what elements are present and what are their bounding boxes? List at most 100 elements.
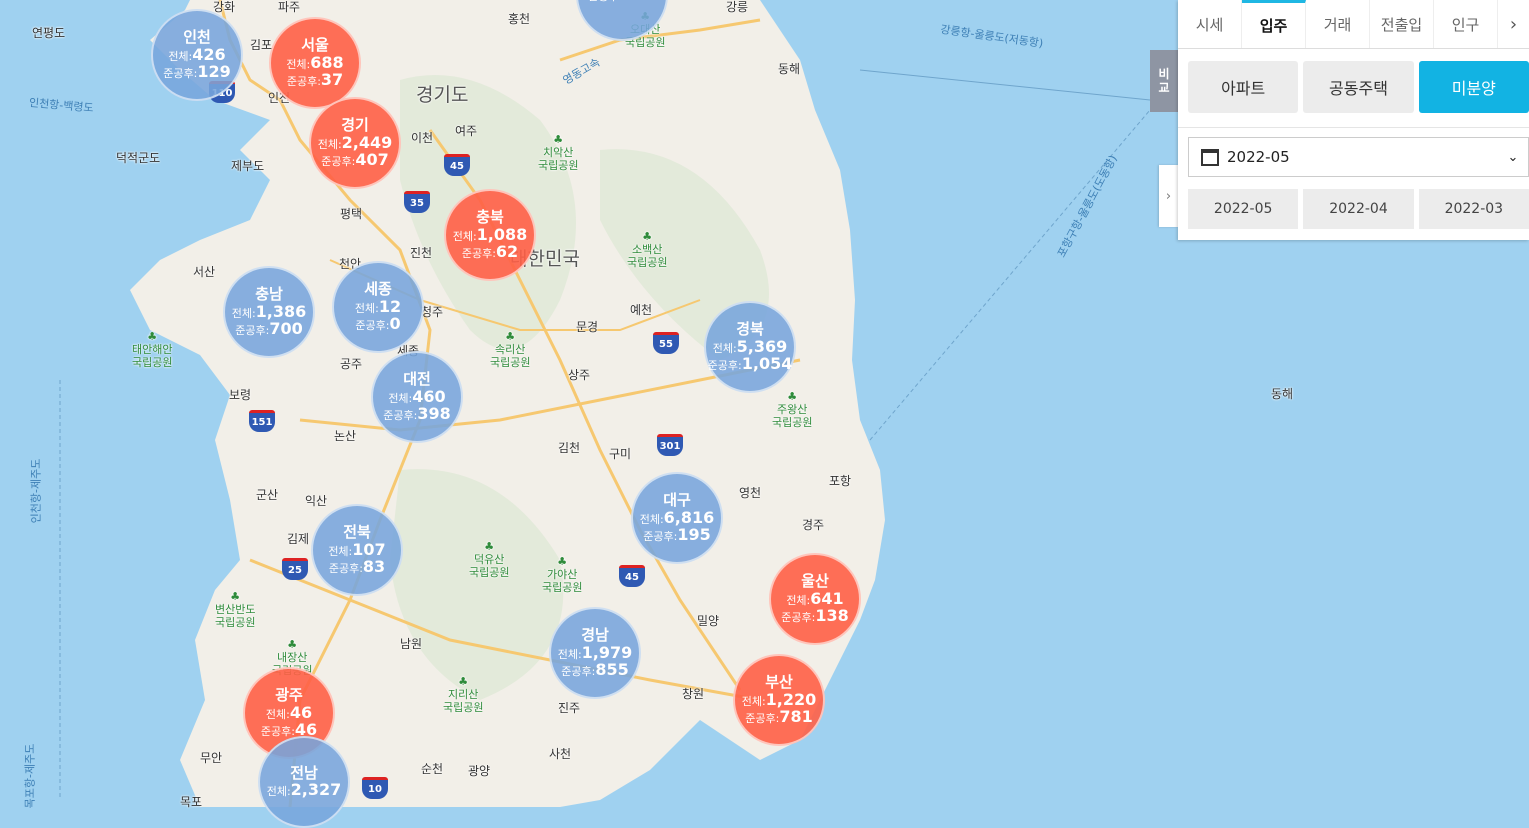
total-prefix: 전체: xyxy=(786,593,811,607)
completed-prefix: 준공후: xyxy=(328,562,363,576)
region-name: 경기 xyxy=(341,116,369,135)
tree-icon: ♣ xyxy=(230,590,241,603)
date-dropdown-value: 2022-05 xyxy=(1227,148,1290,166)
park-name: 덕유산 국립공원 xyxy=(469,553,510,580)
tree-icon: ♣ xyxy=(787,390,798,403)
region-bubble[interactable]: 울산 전체:641 준공후:138 xyxy=(769,553,861,645)
completed-count: 준공후:591 xyxy=(588,0,655,4)
tab-4[interactable]: 인구 xyxy=(1434,0,1498,48)
national-park-label: ♣ 태안해안 국립공원 xyxy=(132,330,172,370)
place-label: 김천 xyxy=(558,441,581,455)
completed-count: 준공후:407 xyxy=(321,151,388,169)
region-name: 인천 xyxy=(183,28,211,47)
region-bubble[interactable]: 경기 전체:2,449 준공후:407 xyxy=(309,97,401,189)
date-option-button[interactable]: 2022-05 xyxy=(1188,189,1299,229)
tree-icon: ♣ xyxy=(458,675,469,688)
total-count: 전체:688 xyxy=(286,53,343,72)
region-bubble[interactable]: 경남 전체:1,979 준공후:855 xyxy=(549,607,641,699)
completed-value: 855 xyxy=(595,660,629,680)
region-bubble[interactable]: 세종 전체:12 준공후:0 xyxy=(332,261,424,353)
completed-prefix: 준공후: xyxy=(461,247,496,261)
total-count: 전체:6,816 xyxy=(640,507,715,527)
completed-value: 138 xyxy=(815,606,849,626)
place-label: 동해 xyxy=(1271,387,1294,401)
place-label: 순천 xyxy=(421,762,444,776)
housing-type-button[interactable]: 아파트 xyxy=(1188,61,1299,113)
completed-count: 준공후:700 xyxy=(235,320,302,338)
total-prefix: 전체: xyxy=(231,306,256,320)
total-value: 107 xyxy=(352,539,386,559)
region-bubble[interactable]: 대구 전체:6,816 준공후:195 xyxy=(631,472,723,564)
region-bubble[interactable]: 경북 전체:5,369 준공후:1,054 xyxy=(704,301,796,393)
completed-count: 준공후:855 xyxy=(561,661,628,679)
region-bubble[interactable]: 인천 전체:426 준공후:129 xyxy=(151,9,243,101)
region-bubble[interactable]: 충남 전체:1,386 준공후:700 xyxy=(223,266,315,358)
completed-prefix: 준공후: xyxy=(781,611,816,625)
place-label: 진주 xyxy=(558,701,581,715)
place-label: 익산 xyxy=(305,494,328,508)
place-label: 서산 xyxy=(193,265,216,279)
tab-3[interactable]: 전출입 xyxy=(1370,0,1434,48)
place-label: 청주 xyxy=(421,305,444,319)
compare-toggle[interactable]: 비 교 xyxy=(1150,50,1178,112)
place-label: 동해 xyxy=(778,62,801,76)
park-name: 주왕산 국립공원 xyxy=(772,403,813,430)
completed-value: 129 xyxy=(197,62,231,82)
housing-type-button[interactable]: 공동주택 xyxy=(1303,61,1414,113)
place-label: 보령 xyxy=(229,388,252,402)
highway-shield-icon: 55 xyxy=(653,332,679,354)
place-label: 여주 xyxy=(455,124,478,138)
park-name: 치악산 국립공원 xyxy=(538,146,579,173)
total-count: 전체:1,979 xyxy=(558,643,633,662)
region-bubble[interactable]: 서울 전체:688 준공후:37 xyxy=(269,17,361,109)
date-dropdown[interactable]: 2022-05 ⌄ xyxy=(1188,137,1529,177)
national-park-label: ♣ 치악산 국립공원 xyxy=(538,133,578,173)
national-park-label: ♣ 덕유산 국립공원 xyxy=(469,540,509,580)
tab-0[interactable]: 시세 xyxy=(1178,0,1242,48)
region-bubble[interactable]: 전북 전체:107 준공후:83 xyxy=(311,504,403,596)
region-name: 경북 xyxy=(736,320,764,339)
tab-2[interactable]: 거래 xyxy=(1306,0,1370,48)
tree-icon: ♣ xyxy=(147,330,158,343)
region-name: 충북 xyxy=(476,208,504,227)
national-park-label: ♣ 가야산 국립공원 xyxy=(542,555,582,595)
total-prefix: 전체: xyxy=(712,341,737,355)
completed-prefix: 준공후: xyxy=(163,67,198,81)
date-option-button[interactable]: 2022-04 xyxy=(1303,189,1414,229)
highway-shield-icon: 10 xyxy=(362,777,388,799)
place-label: 파주 xyxy=(278,0,301,14)
panel-collapse-button[interactable]: › xyxy=(1159,165,1178,227)
total-count: 전체:426 xyxy=(168,45,225,64)
completed-prefix: 준공후: xyxy=(383,409,418,423)
region-name: 서울 xyxy=(301,36,329,55)
total-value: 6,816 xyxy=(663,507,715,527)
total-count: 전체:5,369 xyxy=(712,337,788,356)
housing-type-button[interactable]: 미분양 xyxy=(1418,61,1529,113)
tree-icon: ♣ xyxy=(484,540,495,553)
total-prefix: 전체: xyxy=(452,229,477,243)
region-bubble[interactable]: 충북 전체:1,088 준공후:62 xyxy=(444,189,536,281)
panel-tabs: 시세 입주 거래 전출입 인구 › xyxy=(1178,0,1529,49)
national-park-label: ♣ 속리산 국립공원 xyxy=(490,330,530,370)
place-label: 구미 xyxy=(609,447,632,461)
tree-icon: ♣ xyxy=(505,330,516,343)
region-bubble[interactable]: 대전 전체:460 준공후:398 xyxy=(371,351,463,443)
total-prefix: 전체: xyxy=(741,694,766,708)
tabs-next-icon[interactable]: › xyxy=(1498,0,1529,48)
total-value: 641 xyxy=(810,588,844,608)
region-name: 경남 xyxy=(581,626,609,645)
completed-value: 37 xyxy=(320,70,344,90)
place-label: 강릉 xyxy=(726,0,749,14)
place-label: 경주 xyxy=(802,518,825,532)
park-name: 태안해안 국립공원 xyxy=(132,343,173,370)
region-bubble[interactable]: 부산 전체:1,220 준공후:781 xyxy=(733,654,825,746)
region-name: 전남 xyxy=(290,763,318,782)
region-bubble[interactable]: 전남 전체:2,327 xyxy=(258,736,350,828)
total-prefix: 전체: xyxy=(168,49,193,63)
date-option-button[interactable]: 2022-03 xyxy=(1418,189,1529,229)
total-prefix: 전체: xyxy=(286,57,311,71)
completed-prefix: 준공후: xyxy=(561,665,596,679)
completed-count: 준공후:138 xyxy=(781,607,848,625)
place-label: 예천 xyxy=(630,303,653,317)
tab-1[interactable]: 입주 xyxy=(1242,0,1306,48)
